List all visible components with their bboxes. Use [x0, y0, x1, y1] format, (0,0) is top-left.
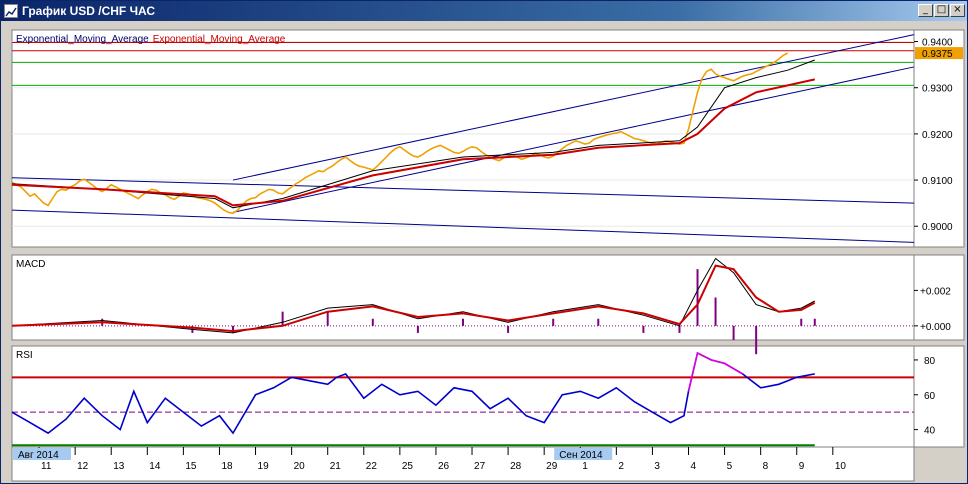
price-legend-entry: Exponential_Moving_Average [153, 34, 286, 45]
x-axis-tick-label: 12 [77, 461, 89, 472]
x-axis-tick-label: 29 [546, 461, 558, 472]
price-ytick-label: 0.9400 [922, 38, 953, 49]
x-axis-tick-label: 5 [727, 461, 733, 472]
x-axis-tick-label: 22 [366, 461, 378, 472]
macd-legend: MACD [16, 259, 45, 270]
price-ytick-label: 0.9200 [922, 130, 953, 141]
x-axis-tick-label: 13 [113, 461, 125, 472]
rsi-legend: RSI [16, 350, 33, 361]
x-axis-tick-label: 9 [799, 461, 805, 472]
price-ytick-label: 0.9100 [922, 176, 953, 187]
chart-line-icon [5, 7, 17, 17]
current-price-label: 0.9375 [922, 49, 953, 60]
x-axis-tick-label: 15 [185, 461, 197, 472]
rsi-ytick-label: 80 [924, 356, 936, 367]
x-axis-tick-label: 3 [654, 461, 660, 472]
close-button[interactable]: × [950, 4, 965, 17]
x-axis-tick-label: 8 [763, 461, 769, 472]
chart-app-icon [4, 4, 18, 18]
x-axis-tick-label: 25 [402, 461, 414, 472]
x-axis-tick-label: 11 [41, 461, 52, 472]
chart-area[interactable]: 0.9000 0.9100 0.9200 0.9300 0.9400 0.9375 Expo… [4, 23, 967, 483]
window-title: График USD /CHF ЧАС [22, 4, 156, 18]
x-axis-tick-label: 10 [835, 461, 847, 472]
x-axis-tick-label: 18 [221, 461, 233, 472]
x-axis-tick-label: 28 [510, 461, 522, 472]
x-axis-tick-label: 26 [438, 461, 450, 472]
chart-canvas[interactable]: 0.9000 0.9100 0.9200 0.9300 0.94000.9375 Expo… [4, 23, 967, 483]
x-axis-tick-label: 4 [691, 461, 697, 472]
x-axis-tick-label: 2 [618, 461, 624, 472]
x-axis-tick-label: 20 [294, 461, 306, 472]
x-axis-tick-label: 19 [258, 461, 270, 472]
rsi-ytick-label: 60 [924, 391, 936, 402]
pane-rsi-axis [913, 345, 965, 448]
macd-ytick-label: +0.000 [920, 322, 951, 333]
chart-window: График USD /CHF ЧАС _ □ × 0.9000 0.9100 0.… [0, 0, 968, 484]
pane-macd-plot [11, 254, 915, 341]
minimize-button[interactable]: _ [918, 4, 933, 17]
price-ytick-label: 0.9000 [922, 222, 953, 233]
maximize-button[interactable]: □ [934, 4, 949, 17]
rsi-ytick-label: 40 [924, 426, 936, 437]
title-bar[interactable]: График USD /CHF ЧАС _ □ × [1, 1, 967, 21]
macd-ytick-label: +0.002 [920, 286, 951, 297]
x-axis-tick-label: 1 [582, 461, 588, 472]
price-legend-entry: Exponential_Moving_Average [16, 34, 149, 45]
x-axis-tick-label: 27 [474, 461, 486, 472]
x-axis-month-label: Сен 2014 [559, 450, 603, 461]
x-axis-tick-label: 14 [149, 461, 161, 472]
x-axis-month-label: Авг 2014 [18, 450, 59, 461]
price-ytick-label: 0.9300 [922, 84, 953, 95]
pane-rsi-plot [11, 345, 915, 448]
x-axis-tick-label: 21 [330, 461, 342, 472]
